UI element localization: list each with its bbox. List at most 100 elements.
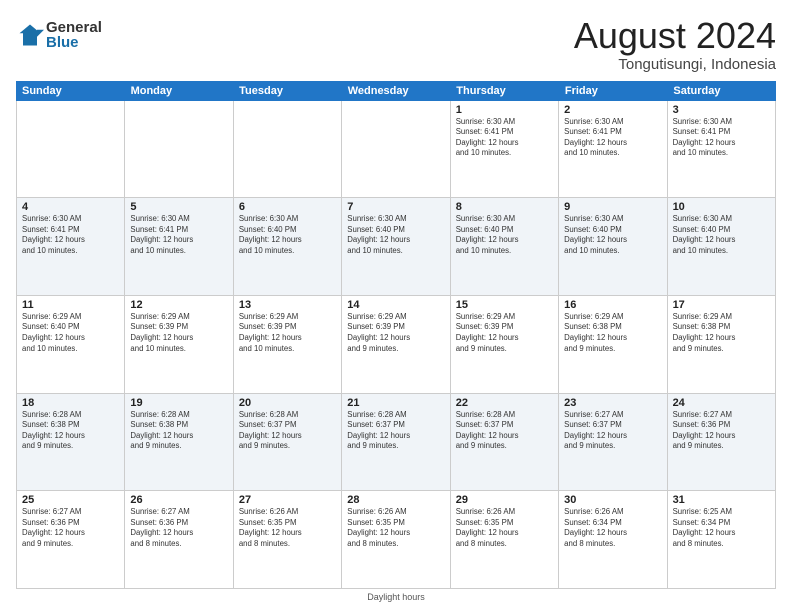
cal-cell: 15Sunrise: 6:29 AM Sunset: 6:39 PM Dayli… bbox=[451, 296, 559, 393]
cal-cell: 6Sunrise: 6:30 AM Sunset: 6:40 PM Daylig… bbox=[234, 198, 342, 295]
cell-info: Sunrise: 6:30 AM Sunset: 6:40 PM Dayligh… bbox=[456, 214, 553, 256]
day-number: 30 bbox=[564, 494, 661, 506]
cell-info: Sunrise: 6:29 AM Sunset: 6:40 PM Dayligh… bbox=[22, 312, 119, 354]
cell-info: Sunrise: 6:30 AM Sunset: 6:41 PM Dayligh… bbox=[22, 214, 119, 256]
header-thursday: Thursday bbox=[450, 81, 559, 101]
cal-cell: 14Sunrise: 6:29 AM Sunset: 6:39 PM Dayli… bbox=[342, 296, 450, 393]
day-number: 9 bbox=[564, 201, 661, 213]
cell-info: Sunrise: 6:28 AM Sunset: 6:37 PM Dayligh… bbox=[239, 410, 336, 452]
cal-cell: 30Sunrise: 6:26 AM Sunset: 6:34 PM Dayli… bbox=[559, 491, 667, 588]
day-number: 26 bbox=[130, 494, 227, 506]
logo: General Blue bbox=[16, 20, 102, 50]
cal-cell: 2Sunrise: 6:30 AM Sunset: 6:41 PM Daylig… bbox=[559, 101, 667, 198]
cell-info: Sunrise: 6:27 AM Sunset: 6:36 PM Dayligh… bbox=[22, 507, 119, 549]
cell-info: Sunrise: 6:30 AM Sunset: 6:41 PM Dayligh… bbox=[456, 117, 553, 159]
cell-info: Sunrise: 6:29 AM Sunset: 6:39 PM Dayligh… bbox=[456, 312, 553, 354]
cal-cell bbox=[125, 101, 233, 198]
cal-cell bbox=[17, 101, 125, 198]
cal-cell: 31Sunrise: 6:25 AM Sunset: 6:34 PM Dayli… bbox=[668, 491, 776, 588]
cal-week-3: 18 Sunrise: 6:28 AM Sunset: 6:38 PM Dayli… bbox=[16, 394, 776, 492]
day-number: 12 bbox=[130, 299, 227, 311]
cal-cell: 8Sunrise: 6:30 AM Sunset: 6:40 PM Daylig… bbox=[451, 198, 559, 295]
cell-info: Sunrise: 6:30 AM Sunset: 6:40 PM Dayligh… bbox=[564, 214, 661, 256]
day-number: 19 bbox=[130, 397, 227, 409]
day-number: 11 bbox=[22, 299, 119, 311]
cal-week-2: 11Sunrise: 6:29 AM Sunset: 6:40 PM Dayli… bbox=[16, 296, 776, 394]
cell-info: Sunrise: 6:29 AM Sunset: 6:38 PM Dayligh… bbox=[564, 312, 661, 354]
cal-cell: 12Sunrise: 6:29 AM Sunset: 6:39 PM Dayli… bbox=[125, 296, 233, 393]
cal-cell: 1Sunrise: 6:30 AM Sunset: 6:41 PM Daylig… bbox=[451, 101, 559, 198]
cal-cell: 10Sunrise: 6:30 AM Sunset: 6:40 PM Dayli… bbox=[668, 198, 776, 295]
cell-info: Sunrise: 6:29 AM Sunset: 6:38 PM Dayligh… bbox=[673, 312, 770, 354]
cell-info: Sunrise: 6:30 AM Sunset: 6:41 PM Dayligh… bbox=[673, 117, 770, 159]
cal-week-1: 4Sunrise: 6:30 AM Sunset: 6:41 PM Daylig… bbox=[16, 198, 776, 296]
cal-cell: 18Sunrise: 6:28 AM Sunset: 6:38 PM Dayli… bbox=[17, 394, 125, 491]
cal-cell: 26Sunrise: 6:27 AM Sunset: 6:36 PM Dayli… bbox=[125, 491, 233, 588]
day-number: 10 bbox=[673, 201, 770, 213]
day-number: 7 bbox=[347, 201, 444, 213]
calendar-body: 1Sunrise: 6:30 AM Sunset: 6:41 PM Daylig… bbox=[16, 101, 776, 589]
cell-info: Sunrise: 6:26 AM Sunset: 6:35 PM Dayligh… bbox=[456, 507, 553, 549]
cal-cell: 21Sunrise: 6:28 AM Sunset: 6:37 PM Dayli… bbox=[342, 394, 450, 491]
month-year: August 2024 bbox=[574, 16, 776, 56]
day-number: 17 bbox=[673, 299, 770, 311]
cell-info: Sunrise: 6:27 AM Sunset: 6:36 PM Dayligh… bbox=[130, 507, 227, 549]
day-number: 27 bbox=[239, 494, 336, 506]
location: Tongutisungi, Indonesia bbox=[574, 56, 776, 73]
footer-note: Daylight hours bbox=[16, 592, 776, 602]
cell-info: Sunrise: 6:26 AM Sunset: 6:34 PM Dayligh… bbox=[564, 507, 661, 549]
day-number: 23 bbox=[564, 397, 661, 409]
day-number: 29 bbox=[456, 494, 553, 506]
day-number: 14 bbox=[347, 299, 444, 311]
header-friday: Friday bbox=[559, 81, 668, 101]
cell-info: Sunrise: 6:28 AM Sunset: 6:37 PM Dayligh… bbox=[456, 410, 553, 452]
day-number: 4 bbox=[22, 201, 119, 213]
cal-week-4: 25Sunrise: 6:27 AM Sunset: 6:36 PM Dayli… bbox=[16, 491, 776, 589]
logo-blue-text: Blue bbox=[46, 35, 102, 50]
cal-cell: 28Sunrise: 6:26 AM Sunset: 6:35 PM Dayli… bbox=[342, 491, 450, 588]
day-number: 13 bbox=[239, 299, 336, 311]
cell-info: Sunrise: 6:27 AM Sunset: 6:36 PM Dayligh… bbox=[673, 410, 770, 452]
title-block: August 2024 Tongutisungi, Indonesia bbox=[574, 16, 776, 73]
cell-info: Sunrise: 6:29 AM Sunset: 6:39 PM Dayligh… bbox=[130, 312, 227, 354]
cal-week-0: 1Sunrise: 6:30 AM Sunset: 6:41 PM Daylig… bbox=[16, 101, 776, 199]
cal-cell: 19Sunrise: 6:28 AM Sunset: 6:38 PM Dayli… bbox=[125, 394, 233, 491]
header-tuesday: Tuesday bbox=[233, 81, 342, 101]
cell-info: Sunrise: 6:28 AM Sunset: 6:38 PM Dayligh… bbox=[130, 410, 227, 452]
header-wednesday: Wednesday bbox=[342, 81, 451, 101]
day-number: 18 bbox=[22, 397, 119, 409]
day-number: 1 bbox=[456, 104, 553, 116]
cell-info: Sunrise: 6:30 AM Sunset: 6:40 PM Dayligh… bbox=[239, 214, 336, 256]
cal-cell: 20Sunrise: 6:28 AM Sunset: 6:37 PM Dayli… bbox=[234, 394, 342, 491]
cal-cell: 3Sunrise: 6:30 AM Sunset: 6:41 PM Daylig… bbox=[668, 101, 776, 198]
cal-cell: 11Sunrise: 6:29 AM Sunset: 6:40 PM Dayli… bbox=[17, 296, 125, 393]
cell-info: Sunrise: 6:30 AM Sunset: 6:40 PM Dayligh… bbox=[673, 214, 770, 256]
cal-cell: 24Sunrise: 6:27 AM Sunset: 6:36 PM Dayli… bbox=[668, 394, 776, 491]
cell-info: Sunrise: 6:30 AM Sunset: 6:41 PM Dayligh… bbox=[130, 214, 227, 256]
day-number: 21 bbox=[347, 397, 444, 409]
cal-cell: 27Sunrise: 6:26 AM Sunset: 6:35 PM Dayli… bbox=[234, 491, 342, 588]
cell-info: Sunrise: 6:26 AM Sunset: 6:35 PM Dayligh… bbox=[347, 507, 444, 549]
day-number: 15 bbox=[456, 299, 553, 311]
cal-cell bbox=[234, 101, 342, 198]
header-saturday: Saturday bbox=[667, 81, 776, 101]
day-number: 25 bbox=[22, 494, 119, 506]
cal-cell: 4Sunrise: 6:30 AM Sunset: 6:41 PM Daylig… bbox=[17, 198, 125, 295]
day-number: 31 bbox=[673, 494, 770, 506]
cell-info: Sunrise: 6:29 AM Sunset: 6:39 PM Dayligh… bbox=[239, 312, 336, 354]
calendar-header: Sunday Monday Tuesday Wednesday Thursday… bbox=[16, 81, 776, 101]
day-number: 20 bbox=[239, 397, 336, 409]
cal-cell bbox=[342, 101, 450, 198]
cal-cell: 5Sunrise: 6:30 AM Sunset: 6:41 PM Daylig… bbox=[125, 198, 233, 295]
day-number: 28 bbox=[347, 494, 444, 506]
cal-cell: 22Sunrise: 6:28 AM Sunset: 6:37 PM Dayli… bbox=[451, 394, 559, 491]
cal-cell: 13Sunrise: 6:29 AM Sunset: 6:39 PM Dayli… bbox=[234, 296, 342, 393]
header: General Blue August 2024 Tongutisungi, I… bbox=[16, 16, 776, 73]
cell-info: Sunrise: 6:30 AM Sunset: 6:41 PM Dayligh… bbox=[564, 117, 661, 159]
logo-icon bbox=[16, 21, 44, 49]
cal-cell: 17Sunrise: 6:29 AM Sunset: 6:38 PM Dayli… bbox=[668, 296, 776, 393]
cell-info: Sunrise: 6:29 AM Sunset: 6:39 PM Dayligh… bbox=[347, 312, 444, 354]
cell-info: Sunrise: 6:28 AM Sunset: 6:37 PM Dayligh… bbox=[347, 410, 444, 452]
cell-info: Sunrise: 6:30 AM Sunset: 6:40 PM Dayligh… bbox=[347, 214, 444, 256]
cal-cell: 7Sunrise: 6:30 AM Sunset: 6:40 PM Daylig… bbox=[342, 198, 450, 295]
